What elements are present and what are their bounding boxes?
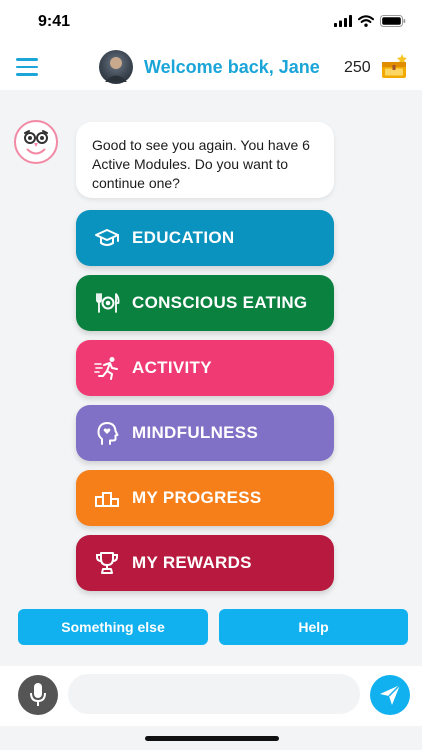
module-label: CONSCIOUS EATING (132, 293, 308, 312)
message-composer (0, 666, 422, 726)
hamburger-menu-icon[interactable] (16, 58, 38, 76)
send-paper-plane-icon (380, 684, 401, 705)
module-label: ACTIVITY (132, 358, 212, 377)
status-icons (334, 15, 406, 27)
module-mindfulness-button[interactable]: MINDFULNESS (76, 405, 334, 461)
plate-cutlery-icon (96, 293, 120, 313)
module-label: EDUCATION (132, 228, 235, 247)
module-label: MY REWARDS (132, 553, 252, 572)
trophy-icon (96, 552, 118, 574)
assistant-message: Good to see you again. You have 6 Active… (76, 122, 334, 198)
message-input[interactable] (68, 674, 360, 714)
module-my-rewards-button[interactable]: MY REWARDS (76, 535, 334, 591)
help-button[interactable]: Help (219, 609, 408, 645)
podium-icon (95, 492, 119, 507)
microphone-icon (30, 683, 46, 706)
module-conscious-eating-button[interactable]: CONSCIOUS EATING (76, 275, 334, 331)
module-my-progress-button[interactable]: MY PROGRESS (76, 470, 334, 526)
module-activity-button[interactable]: ACTIVITY (76, 340, 334, 396)
owl-assistant-avatar (14, 120, 58, 164)
status-bar: 9:41 (0, 0, 422, 44)
status-time: 9:41 (38, 13, 71, 30)
home-indicator (145, 736, 279, 741)
avatar[interactable] (99, 50, 133, 84)
module-label: MINDFULNESS (132, 423, 259, 442)
wifi-icon (358, 15, 374, 27)
module-education-button[interactable]: EDUCATION (76, 210, 334, 266)
welcome-title: Welcome back, Jane (144, 57, 320, 77)
treasure-chest-icon[interactable] (380, 52, 410, 80)
app-header: Welcome back, Jane 250 (0, 44, 422, 90)
microphone-button[interactable] (18, 675, 58, 715)
head-heart-icon (97, 422, 119, 445)
send-button[interactable] (370, 675, 410, 715)
graduation-cap-icon (95, 229, 119, 246)
battery-icon (380, 15, 406, 27)
module-label: MY PROGRESS (132, 488, 262, 507)
something-else-button[interactable]: Something else (18, 609, 208, 645)
owl-icon (24, 130, 48, 155)
cellular-signal-icon (334, 15, 352, 27)
points-count: 250 (344, 59, 371, 76)
running-person-icon (94, 357, 118, 380)
